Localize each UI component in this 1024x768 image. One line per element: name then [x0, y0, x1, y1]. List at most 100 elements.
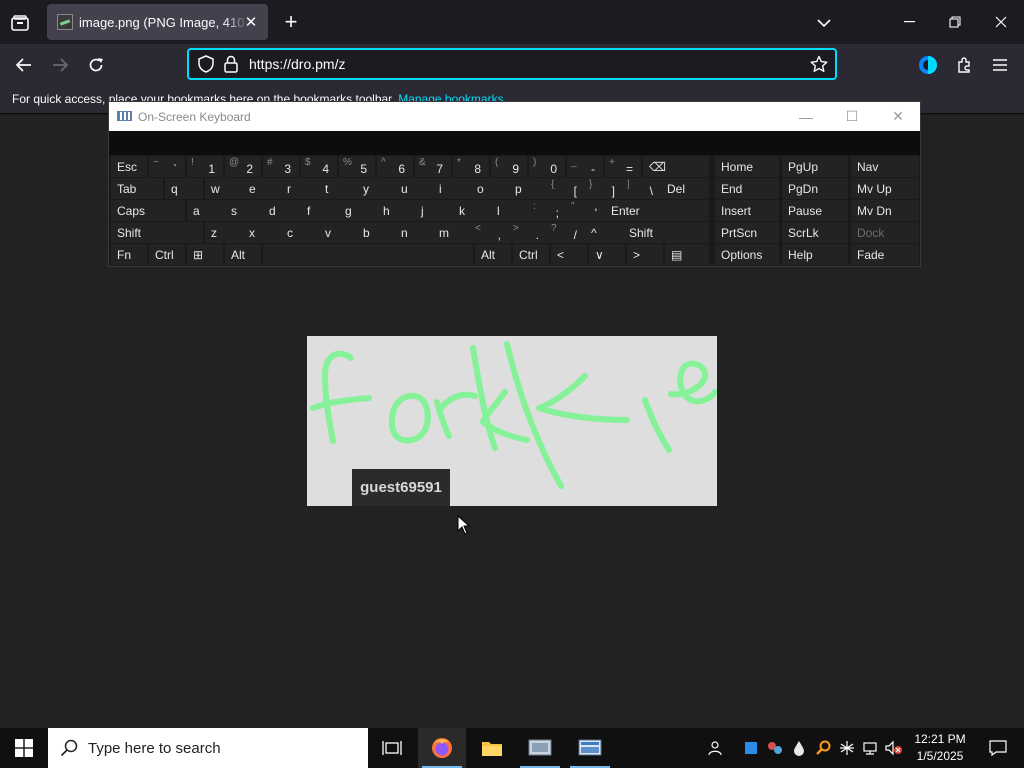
osk-nav-key-mv-dn[interactable]: Mv Dn — [851, 200, 919, 221]
task-view-icon[interactable] — [368, 728, 416, 768]
close-tab-icon[interactable]: ✕ — [242, 13, 260, 31]
osk-key-1-3[interactable]: e — [243, 178, 281, 199]
osk-key-4-6[interactable]: Ctrl — [513, 244, 549, 265]
osk-nav-key-pause[interactable]: Pause — [782, 200, 848, 221]
firefox-view-icon[interactable] — [6, 9, 34, 37]
taskbar-clock[interactable]: 12:21 PM 1/5/2025 — [906, 731, 974, 765]
osk-key-3-12[interactable]: Shift — [623, 222, 709, 243]
osk-key-1-14[interactable]: Del — [661, 178, 709, 199]
osk-key-0-0[interactable]: Esc — [111, 156, 147, 177]
osk-key-2-4[interactable]: f — [301, 200, 339, 221]
url-text[interactable]: https://dro.pm/z — [249, 56, 345, 72]
minimize-icon[interactable] — [886, 0, 932, 44]
droplet-icon[interactable] — [789, 738, 809, 758]
osk-key-1-8[interactable]: i — [433, 178, 471, 199]
asterisk-tray-icon[interactable] — [837, 738, 857, 758]
osk-key-4-3[interactable]: Alt — [225, 244, 261, 265]
osk-key-4-1[interactable]: Ctrl — [149, 244, 185, 265]
osk-key-3-1[interactable]: z — [205, 222, 243, 243]
osk-key-2-0[interactable]: Caps — [111, 200, 185, 221]
osk-key-1-0[interactable]: Tab — [111, 178, 163, 199]
osk-key-0-8[interactable]: & 7 — [415, 156, 451, 177]
osk-key-2-12[interactable]: Enter — [605, 200, 709, 221]
tracking-protection-shield-icon[interactable] — [197, 55, 215, 73]
osk-nav-key-home[interactable]: Home — [715, 156, 779, 177]
osk-key-4-0[interactable]: Fn — [111, 244, 147, 265]
osk-key-2-10[interactable]: :; — [529, 200, 567, 221]
osk-key-3-6[interactable]: n — [395, 222, 433, 243]
osk-nav-key-mv-up[interactable]: Mv Up — [851, 178, 919, 199]
osk-nav-key-options[interactable]: Options — [715, 244, 779, 265]
lock-icon[interactable] — [223, 55, 239, 73]
on-screen-keyboard-taskbar-icon[interactable] — [566, 728, 614, 768]
osk-key-2-8[interactable]: k — [453, 200, 491, 221]
osk-key-1-4[interactable]: r — [281, 178, 319, 199]
osk-key-1-7[interactable]: u — [395, 178, 433, 199]
osk-key-1-5[interactable]: t — [319, 178, 357, 199]
osk-key-0-10[interactable]: (9 — [491, 156, 527, 177]
magnifier-tray-icon[interactable] — [813, 738, 833, 758]
file-explorer-icon[interactable] — [468, 728, 516, 768]
close-window-icon[interactable] — [978, 0, 1024, 44]
account-icon[interactable] — [913, 50, 943, 80]
osk-key-4-10[interactable]: ▤ — [665, 244, 709, 265]
osk-key-1-10[interactable]: p — [509, 178, 547, 199]
osk-nav-key-pgdn[interactable]: PgDn — [782, 178, 848, 199]
osk-nav-key-insert[interactable]: Insert — [715, 200, 779, 221]
osk-key-1-13[interactable]: | \ — [623, 178, 661, 199]
osk-key-3-0[interactable]: Shift — [111, 222, 203, 243]
restore-icon[interactable] — [932, 0, 978, 44]
taskbar-search-box[interactable]: Type here to search — [48, 728, 368, 768]
notifications-icon[interactable] — [978, 728, 1018, 768]
tab-image-png[interactable]: image.png (PNG Image, 410 × 170 pixels) … — [47, 4, 268, 40]
osk-key-1-6[interactable]: y — [357, 178, 395, 199]
osk-key-1-12[interactable]: }] — [585, 178, 623, 199]
osk-nav-key-help[interactable]: Help — [782, 244, 848, 265]
osk-nav-key-pgup[interactable]: PgUp — [782, 156, 848, 177]
osk-title-bar[interactable]: On-Screen Keyboard — ☐ ✕ — [109, 102, 920, 131]
osk-key-2-11[interactable]: " ' — [567, 200, 605, 221]
osk-key-2-2[interactable]: s — [225, 200, 263, 221]
osk-nav-key-nav[interactable]: Nav — [851, 156, 919, 177]
list-all-tabs-icon[interactable] — [810, 9, 838, 37]
osk-key-4-5[interactable]: Alt — [475, 244, 511, 265]
osk-key-3-11[interactable]: ^ — [585, 222, 623, 243]
osk-key-2-3[interactable]: d — [263, 200, 301, 221]
tray-network-share-icon[interactable] — [765, 738, 785, 758]
osk-key-0-5[interactable]: $4 — [301, 156, 337, 177]
back-icon[interactable] — [9, 50, 39, 80]
forward-icon[interactable] — [45, 50, 75, 80]
osk-key-0-11[interactable]: ) 0 — [529, 156, 565, 177]
reload-icon[interactable] — [81, 50, 111, 80]
osk-key-0-13[interactable]: + = — [605, 156, 641, 177]
osk-nav-key-scrlk[interactable]: ScrLk — [782, 222, 848, 243]
osk-key-1-9[interactable]: o — [471, 178, 509, 199]
osk-key-2-6[interactable]: h — [377, 200, 415, 221]
osk-key-2-7[interactable]: j — [415, 200, 453, 221]
osk-key-0-14[interactable]: ⌫ — [643, 156, 709, 177]
osk-key-3-10[interactable]: ? / — [547, 222, 585, 243]
osk-key-0-2[interactable]: ! 1 — [187, 156, 223, 177]
osk-key-3-2[interactable]: x — [243, 222, 281, 243]
volume-muted-icon[interactable] — [884, 738, 904, 758]
osk-key-4-8[interactable]: ∨ — [589, 244, 625, 265]
osk-key-1-2[interactable]: w — [205, 178, 243, 199]
firefox-taskbar-icon[interactable] — [418, 728, 466, 768]
osk-key-3-5[interactable]: b — [357, 222, 395, 243]
osk-key-2-5[interactable]: g — [339, 200, 377, 221]
new-tab-button[interactable]: + — [278, 9, 304, 35]
osk-maximize-icon[interactable]: ☐ — [829, 102, 875, 131]
osk-key-2-9[interactable]: l — [491, 200, 529, 221]
start-windows-icon[interactable] — [0, 728, 48, 768]
extensions-icon[interactable] — [949, 50, 979, 80]
osk-key-0-3[interactable]: @2 — [225, 156, 261, 177]
osk-key-0-12[interactable]: _ - — [567, 156, 603, 177]
osk-key-0-6[interactable]: % 5 — [339, 156, 375, 177]
osk-close-icon[interactable]: ✕ — [875, 102, 921, 131]
osk-key-3-4[interactable]: v — [319, 222, 357, 243]
osk-key-0-9[interactable]: * 8 — [453, 156, 489, 177]
people-icon[interactable] — [704, 738, 724, 758]
menu-icon[interactable] — [985, 50, 1015, 80]
osk-key-3-9[interactable]: >. — [509, 222, 547, 243]
address-bar[interactable]: https://dro.pm/z — [187, 48, 837, 80]
